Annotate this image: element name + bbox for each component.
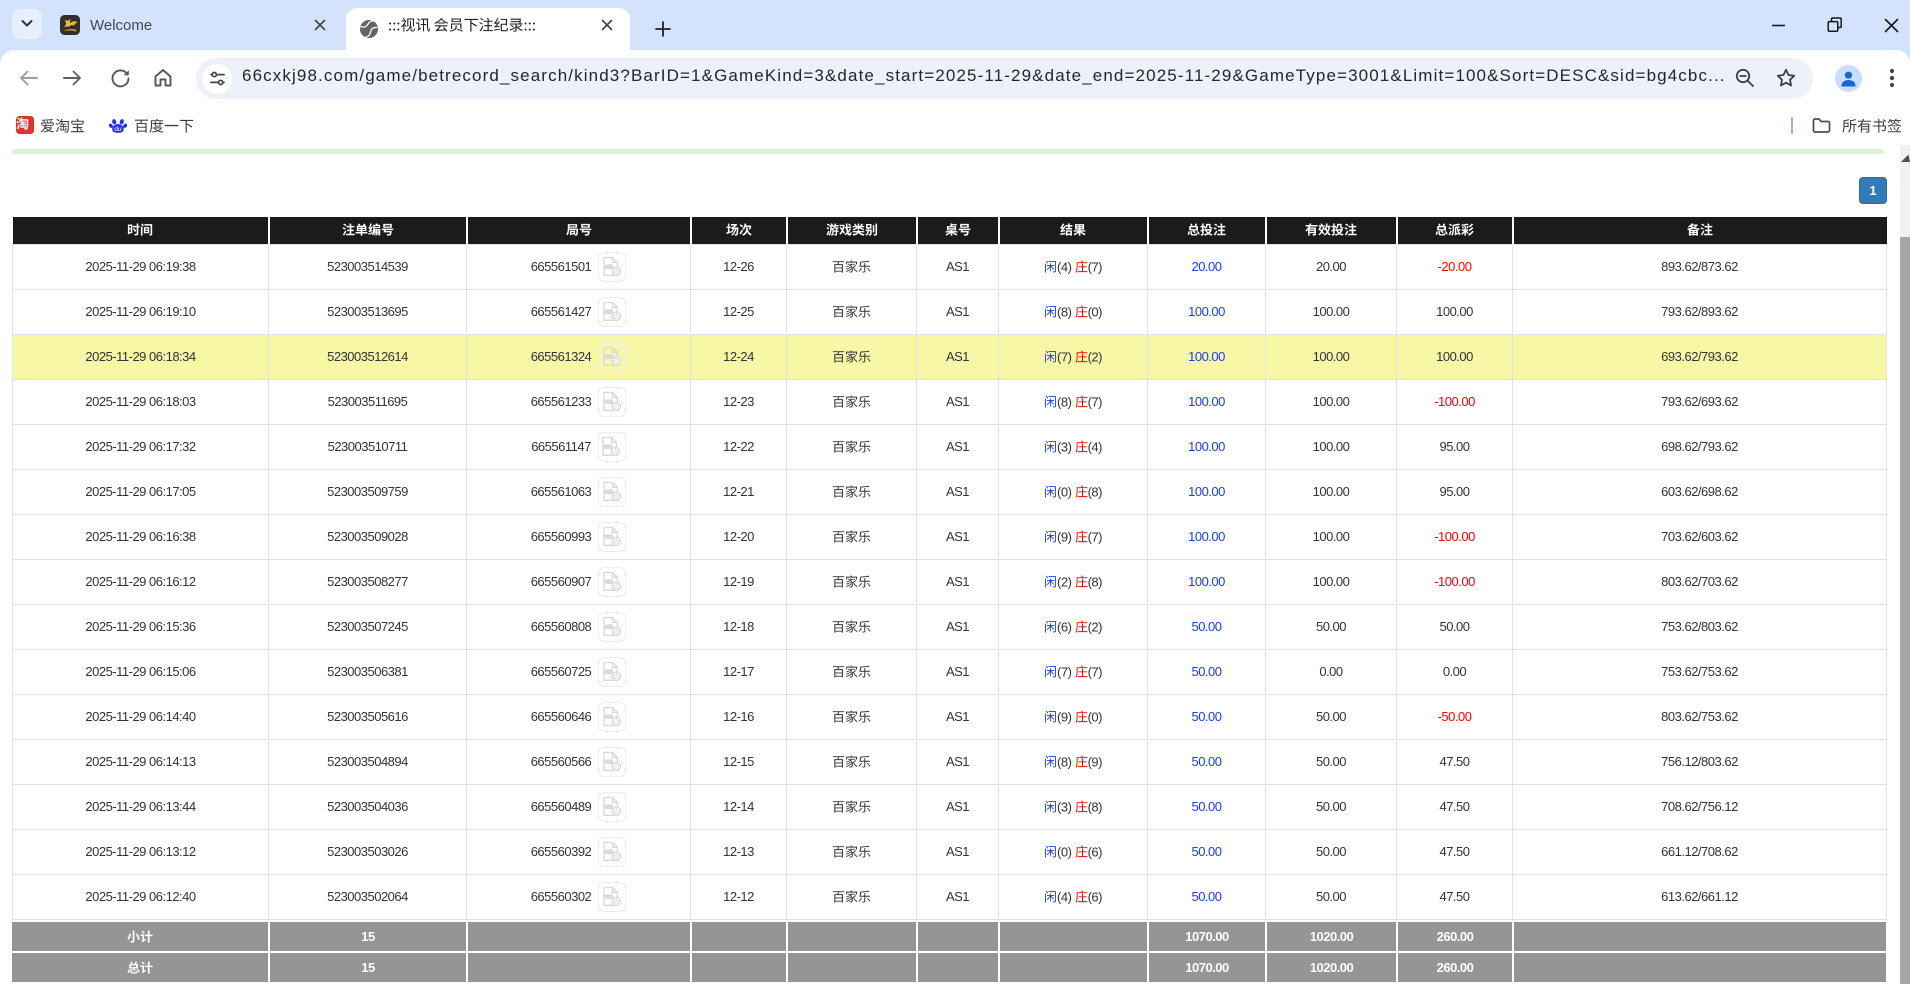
svg-text:du: du (114, 126, 122, 133)
